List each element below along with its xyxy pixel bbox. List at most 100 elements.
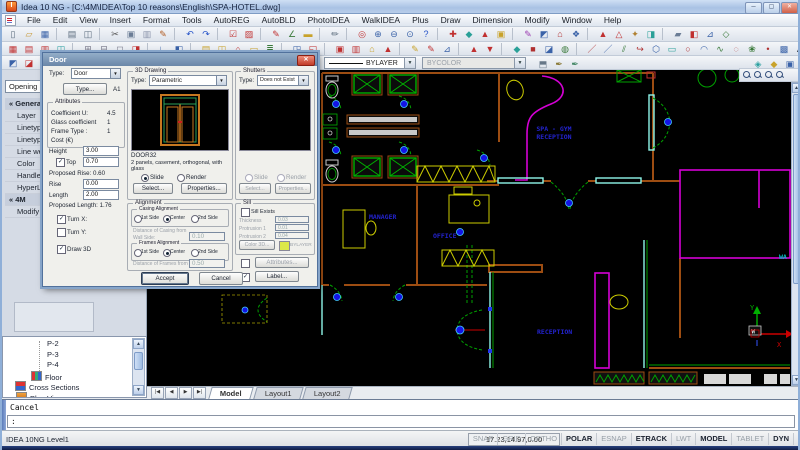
render-mode-icon[interactable]: ◩ xyxy=(5,56,21,70)
attributes-button[interactable]: Attributes... xyxy=(255,257,309,268)
shutters-slide-radio[interactable] xyxy=(245,174,253,182)
sill-row-field[interactable]: 0.01 xyxy=(275,224,309,231)
chevron-down-icon[interactable]: ▼ xyxy=(298,76,308,85)
close-icon[interactable]: ✕ xyxy=(781,2,798,14)
minimize-icon[interactable]: ─ xyxy=(745,2,762,14)
copy-icon[interactable]: ▣ xyxy=(123,27,139,41)
slide-radio[interactable] xyxy=(141,174,149,182)
casing-distance-field[interactable]: 0.10 xyxy=(189,232,225,241)
sill-row-field[interactable]: 0.04 xyxy=(275,232,309,239)
maximize-icon[interactable]: ▢ xyxy=(763,2,780,14)
redo-icon[interactable]: ↷ xyxy=(198,27,214,41)
status-toggle-polar[interactable]: POLAR xyxy=(562,433,597,445)
target-icon[interactable]: ◎ xyxy=(354,27,370,41)
select-icon[interactable]: ☑ xyxy=(225,27,241,41)
command-input[interactable]: : xyxy=(7,415,795,428)
zoom-extents-icon[interactable] xyxy=(776,71,784,79)
top-checkbox[interactable]: ✓ xyxy=(56,158,65,167)
windows-taskbar[interactable] xyxy=(2,446,800,450)
color-3d-button[interactable]: Color 3D... xyxy=(239,240,275,250)
zoom-out-icon[interactable]: ⊖ xyxy=(386,27,402,41)
solid-icon[interactable]: ■ xyxy=(525,42,541,56)
top-field[interactable]: 0.70 xyxy=(83,157,119,167)
down-icon[interactable]: ▼ xyxy=(482,42,498,56)
roof-outline-icon[interactable]: △ xyxy=(611,27,627,41)
chevron-down-icon[interactable]: ▼ xyxy=(110,69,120,78)
draw-icon[interactable]: ✎ xyxy=(268,27,284,41)
pen-icon[interactable]: ✒ xyxy=(551,57,567,71)
type-button[interactable]: Type... xyxy=(63,83,107,95)
command-window[interactable]: Cancel : xyxy=(2,399,800,430)
arc2-icon[interactable]: ◠ xyxy=(696,42,712,56)
rise-field[interactable]: 0.00 xyxy=(83,179,119,189)
edit-icon[interactable]: ✏ xyxy=(327,27,343,41)
zoom-in-icon[interactable]: ⊕ xyxy=(370,27,386,41)
tree-scrollbar[interactable]: ▲ ▼ xyxy=(132,338,145,396)
zoom-out-icon[interactable] xyxy=(765,71,773,79)
tree-item-p-3[interactable]: P-3 xyxy=(3,350,131,361)
help-icon[interactable]: ? xyxy=(418,27,434,41)
label-button[interactable]: Label... xyxy=(255,271,299,282)
expand-icon[interactable]: + xyxy=(5,397,14,399)
grid-red-icon[interactable]: ▦ xyxy=(5,42,21,56)
status-toggle-model[interactable]: MODEL xyxy=(696,433,732,445)
turn-y-checkbox[interactable] xyxy=(57,228,66,237)
sketch-icon[interactable]: ✎ xyxy=(520,27,536,41)
ellipse-icon[interactable]: ◌ xyxy=(728,42,744,56)
polyline-icon[interactable]: ▬ xyxy=(300,27,316,41)
block-icon[interactable]: ▣ xyxy=(493,27,509,41)
redline-icon[interactable]: ✎ xyxy=(423,42,439,56)
menu-view[interactable]: View xyxy=(73,14,103,26)
shutters-type-dropdown[interactable]: Does not Exist▼ xyxy=(257,75,309,86)
arc-icon[interactable]: ↪ xyxy=(632,42,648,56)
star-icon[interactable]: ✦ xyxy=(627,27,643,41)
status-toggle-lwt[interactable]: LWT xyxy=(672,433,696,445)
menu-modify[interactable]: Modify xyxy=(519,14,556,26)
lineweight-icon[interactable]: ⬒ xyxy=(535,57,551,71)
table-icon[interactable]: ▤ xyxy=(21,42,37,56)
scroll-down-icon[interactable]: ▼ xyxy=(133,385,144,395)
slope-icon[interactable]: ⊿ xyxy=(439,42,455,56)
render-radio[interactable] xyxy=(177,174,185,182)
point-tool-icon[interactable]: • xyxy=(760,42,776,56)
height-field[interactable]: 3.00 xyxy=(83,146,119,156)
gradient-icon[interactable]: ◪ xyxy=(541,42,557,56)
paste-icon[interactable]: ▥ xyxy=(139,27,155,41)
pen-alt-icon[interactable]: ✒ xyxy=(567,57,583,71)
menu-walkidea[interactable]: WalkIDEA xyxy=(356,14,406,26)
linetype-dropdown[interactable]: BYLAYER ▼ xyxy=(324,57,416,69)
layers-icon[interactable]: ❖ xyxy=(568,27,584,41)
tab-nav-icon[interactable]: ▶ xyxy=(179,387,192,399)
status-toggle-dyn[interactable]: DYN xyxy=(769,433,794,445)
scroll-up-icon[interactable]: ▲ xyxy=(133,339,144,349)
section-icon[interactable]: ◨ xyxy=(643,27,659,41)
house-icon[interactable]: ⌂ xyxy=(364,42,380,56)
cut-icon[interactable]: ✂ xyxy=(107,27,123,41)
tree-item-floor[interactable]: Floor xyxy=(3,371,131,382)
chevron-down-icon[interactable]: ▼ xyxy=(404,58,415,68)
scroll-up-icon[interactable]: ▲ xyxy=(792,83,800,93)
tree-item-p-2[interactable]: P-2 xyxy=(3,339,131,350)
pitch-icon[interactable]: ▲ xyxy=(380,42,396,56)
tab-layout2[interactable]: Layout2 xyxy=(303,387,353,399)
spline-icon[interactable]: ∿ xyxy=(712,42,728,56)
text-icon[interactable]: A xyxy=(792,42,800,56)
chamfer-icon[interactable]: ⊿ xyxy=(702,27,718,41)
chevron-down-icon[interactable]: ▼ xyxy=(514,58,525,68)
select-button[interactable]: Select... xyxy=(133,183,173,194)
status-toggle-grid[interactable]: GRID xyxy=(498,433,526,445)
color-swatch[interactable] xyxy=(279,241,290,251)
undo-icon[interactable]: ↶ xyxy=(182,27,198,41)
menu-draw[interactable]: Draw xyxy=(435,14,467,26)
status-toggle-tablet[interactable]: TABLET xyxy=(732,433,769,445)
sill-exists-checkbox[interactable] xyxy=(241,208,250,217)
diamond-icon[interactable]: ◆ xyxy=(461,27,477,41)
menu-help[interactable]: Help xyxy=(598,14,627,26)
circle-icon[interactable]: ○ xyxy=(680,42,696,56)
status-toggle-snap[interactable]: SNAP xyxy=(469,433,498,445)
dialog-close-icon[interactable]: ✕ xyxy=(297,55,315,66)
hatch-icon[interactable]: ▥ xyxy=(348,42,364,56)
tab-model[interactable]: Model xyxy=(208,387,253,399)
attributes-checkbox[interactable] xyxy=(241,259,250,268)
tree-item-plan-views[interactable]: +Plan Views xyxy=(3,392,131,399)
